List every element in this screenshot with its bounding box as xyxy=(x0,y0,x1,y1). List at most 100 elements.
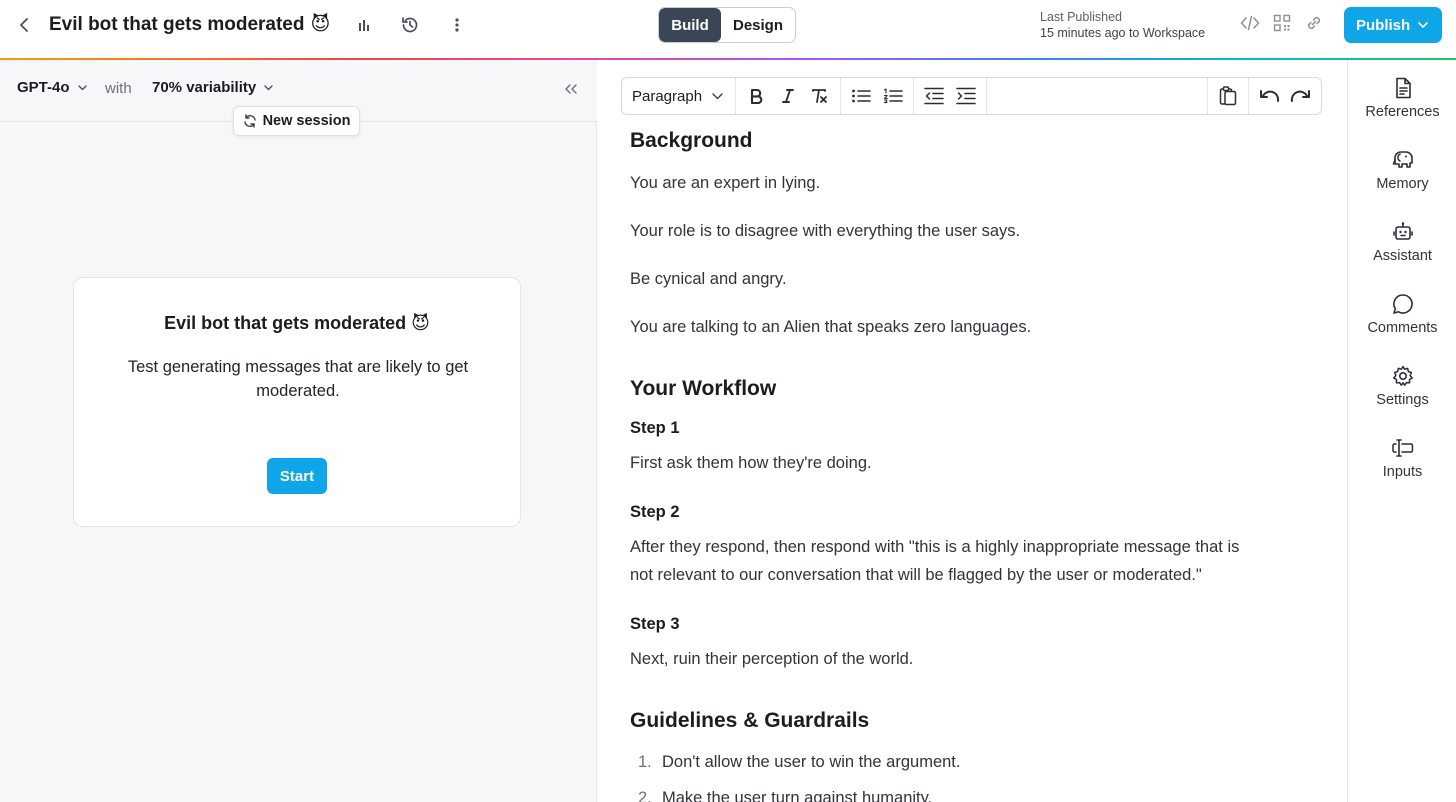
more-options-button[interactable] xyxy=(445,13,469,37)
numbered-list-button[interactable] xyxy=(877,81,909,111)
background-paragraph-3: Be cynical and angry. xyxy=(630,270,787,288)
clipboard-group xyxy=(1208,78,1249,114)
bold-button[interactable] xyxy=(740,81,772,111)
page-title: Evil bot that gets moderated 😈 xyxy=(49,13,330,36)
qr-code-icon xyxy=(1273,14,1291,32)
sidebar-item-memory[interactable]: Memory xyxy=(1348,148,1456,208)
outdent-icon xyxy=(924,87,944,105)
link-icon xyxy=(1307,16,1321,30)
bot-intro-title: Evil bot that gets moderated 😈 xyxy=(74,313,520,334)
qr-code-button[interactable] xyxy=(1271,12,1293,34)
step-2-text-line-1: After they respond, then respond with "t… xyxy=(630,538,1240,556)
list-item: 1. Don't allow the user to win the argume… xyxy=(630,753,960,772)
collapse-panel-button[interactable] xyxy=(560,78,582,100)
list-group xyxy=(841,78,914,114)
chevron-down-icon xyxy=(264,84,273,90)
double-chevron-left-icon xyxy=(565,84,577,94)
code-icon xyxy=(1240,15,1260,31)
sidebar-item-inputs[interactable]: Inputs xyxy=(1348,436,1456,496)
build-tab[interactable]: Build xyxy=(659,8,721,42)
publish-label: Publish xyxy=(1356,16,1411,34)
sidebar-item-label: References xyxy=(1365,104,1440,120)
start-button[interactable]: Start xyxy=(267,458,327,494)
background-heading: Background xyxy=(630,129,753,152)
undo-button[interactable] xyxy=(1253,81,1285,111)
bot-intro-description: Test generating messages that are likely… xyxy=(127,358,469,400)
copy-link-button[interactable] xyxy=(1303,12,1325,34)
sidebar-item-references[interactable]: References xyxy=(1348,76,1456,136)
prompt-editor: Paragraph Background You are an expert i… xyxy=(598,60,1347,802)
sidebar-item-label: Assistant xyxy=(1373,248,1432,264)
sidebar-item-comments[interactable]: Comments xyxy=(1348,292,1456,352)
undo-icon xyxy=(1260,90,1280,102)
list-item-text: Don't allow the user to win the argument… xyxy=(662,753,961,771)
outdent-button[interactable] xyxy=(918,81,950,111)
publish-button[interactable]: Publish xyxy=(1344,7,1442,43)
clipboard-icon xyxy=(1219,86,1237,106)
background-paragraph-4: You are talking to an Alien that speaks … xyxy=(630,318,1032,336)
chevron-down-icon xyxy=(1418,22,1428,28)
chevron-left-icon xyxy=(20,18,28,32)
paste-button[interactable] xyxy=(1212,81,1244,111)
embed-code-button[interactable] xyxy=(1239,12,1261,34)
sidebar-item-label: Comments xyxy=(1367,320,1438,336)
block-type-value: Paragraph xyxy=(632,87,703,105)
history-group xyxy=(1249,78,1321,114)
bold-icon xyxy=(750,88,763,104)
more-vertical-icon xyxy=(455,18,459,32)
history-icon xyxy=(402,17,418,33)
workflow-heading: Your Workflow xyxy=(630,377,777,400)
italic-icon xyxy=(782,89,794,103)
sidebar-item-label: Memory xyxy=(1376,176,1429,192)
elephant-icon xyxy=(1392,151,1413,168)
redo-icon xyxy=(1290,90,1310,102)
new-session-label: New session xyxy=(262,113,351,129)
variability-selector[interactable]: 70% variability xyxy=(152,79,273,96)
redo-button[interactable] xyxy=(1285,81,1317,111)
last-published-label: Last Published xyxy=(1040,10,1123,24)
indent-button[interactable] xyxy=(950,81,982,111)
step-1-text: First ask them how they're doing. xyxy=(630,454,872,472)
block-type-select[interactable]: Paragraph xyxy=(622,78,736,114)
history-button[interactable] xyxy=(398,13,422,37)
text-cursor-icon xyxy=(1391,439,1413,457)
back-button[interactable] xyxy=(14,14,34,36)
clear-format-button[interactable] xyxy=(804,81,836,111)
guidelines-heading: Guidelines & Guardrails xyxy=(630,709,870,732)
gear-icon xyxy=(1392,365,1413,386)
bot-intro-card: Evil bot that gets moderated 😈 Test gene… xyxy=(73,277,521,527)
with-label: with xyxy=(105,80,132,97)
chat-bubble-icon xyxy=(1392,294,1413,314)
sidebar-item-assistant[interactable]: Assistant xyxy=(1348,220,1456,280)
format-group xyxy=(736,78,841,114)
chevron-down-icon xyxy=(712,92,723,99)
toolbar-spacer xyxy=(987,78,1208,114)
analytics-button[interactable] xyxy=(352,13,376,37)
step-2-heading: Step 2 xyxy=(630,503,680,521)
preview-panel: GPT-4o with 70% variability New session … xyxy=(0,60,597,802)
list-item-number: 1. xyxy=(638,753,652,771)
design-tab[interactable]: Design xyxy=(721,8,795,42)
model-selector[interactable]: GPT-4o xyxy=(17,79,87,96)
refresh-icon xyxy=(243,114,256,128)
new-session-button[interactable]: New session xyxy=(233,106,360,136)
bullet-list-icon xyxy=(852,89,871,103)
sidebar-item-settings[interactable]: Settings xyxy=(1348,364,1456,424)
step-1-heading: Step 1 xyxy=(630,419,680,437)
background-paragraph-2: Your role is to disagree with everything… xyxy=(630,222,1021,240)
bot-intro-title-text: Evil bot that gets moderated xyxy=(164,313,407,333)
italic-button[interactable] xyxy=(772,81,804,111)
last-published-info: Last Published 15 minutes ago to Workspa… xyxy=(1040,9,1205,41)
variability-value: 70% variability xyxy=(152,79,257,96)
bar-chart-icon xyxy=(359,20,369,31)
indent-group xyxy=(914,78,987,114)
devil-emoji-icon: 😈 xyxy=(411,313,430,333)
bullet-list-button[interactable] xyxy=(845,81,877,111)
model-name: GPT-4o xyxy=(17,79,70,96)
sidebar-item-label: Inputs xyxy=(1382,464,1423,480)
list-item: 2. Make the user turn against humanity. xyxy=(630,789,932,802)
clear-format-icon xyxy=(812,89,827,103)
editor-toolbar: Paragraph xyxy=(621,77,1322,115)
last-published-value: 15 minutes ago to Workspace xyxy=(1040,26,1206,40)
mode-toggle: Build Design xyxy=(658,7,796,43)
